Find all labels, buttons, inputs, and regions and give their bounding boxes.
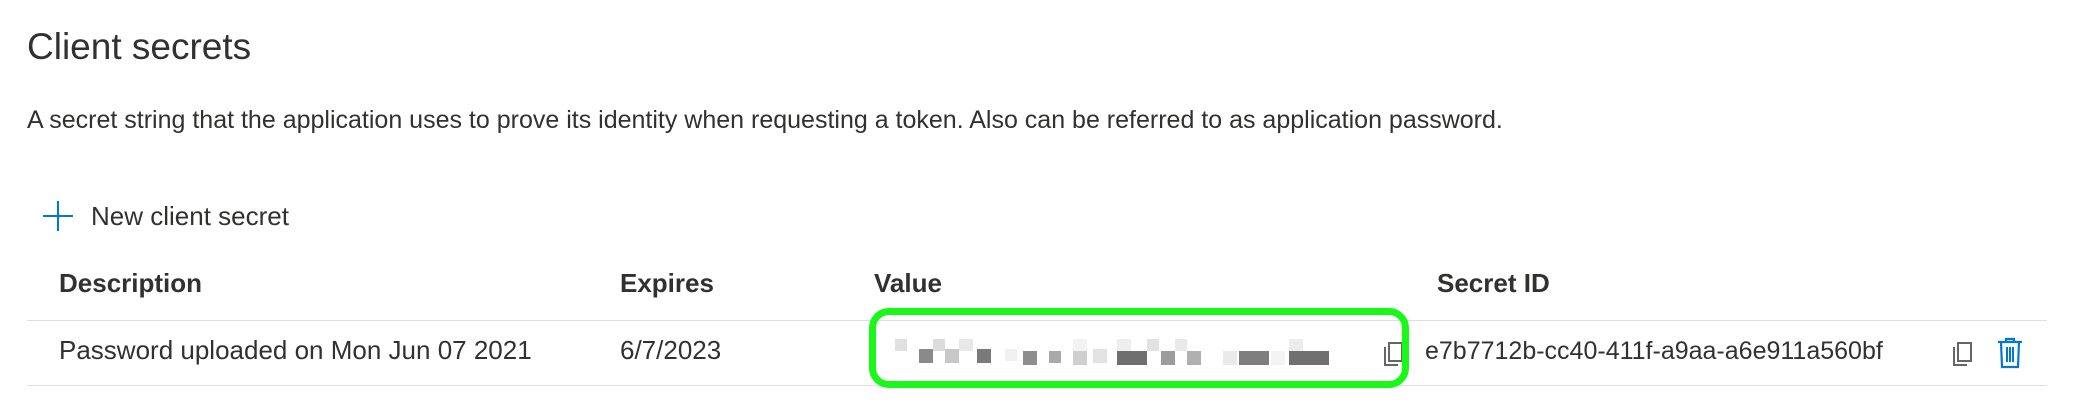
column-header-expires: Expires (620, 268, 714, 298)
page-title: Client secrets (27, 26, 252, 67)
value-highlight-outline (869, 308, 1409, 388)
secret-expires: 6/7/2023 (620, 335, 722, 365)
secret-id-value: e7b7712b-cc40-411f-a9aa-a6e911a560bf (1425, 337, 1883, 365)
copy-secret-id-icon[interactable] (1951, 339, 1975, 367)
new-client-secret-label: New client secret (91, 200, 289, 231)
column-header-value: Value (874, 268, 942, 298)
column-header-description: Description (59, 268, 203, 298)
client-secrets-table: Description Expires Value Secret ID Pass… (27, 258, 2047, 388)
delete-icon[interactable] (1996, 337, 2024, 369)
new-client-secret-button[interactable]: New client secret (41, 196, 289, 236)
plus-icon (41, 199, 75, 233)
secret-description: Password uploaded on Mon Jun 07 2021 (59, 335, 532, 365)
section-description: A secret string that the application use… (27, 106, 1503, 134)
table-row: Password uploaded on Mon Jun 07 2021 6/7… (27, 308, 2047, 388)
column-header-secret-id: Secret ID (1437, 268, 1550, 298)
client-secrets-page: Client secrets A secret string that the … (0, 0, 2096, 420)
